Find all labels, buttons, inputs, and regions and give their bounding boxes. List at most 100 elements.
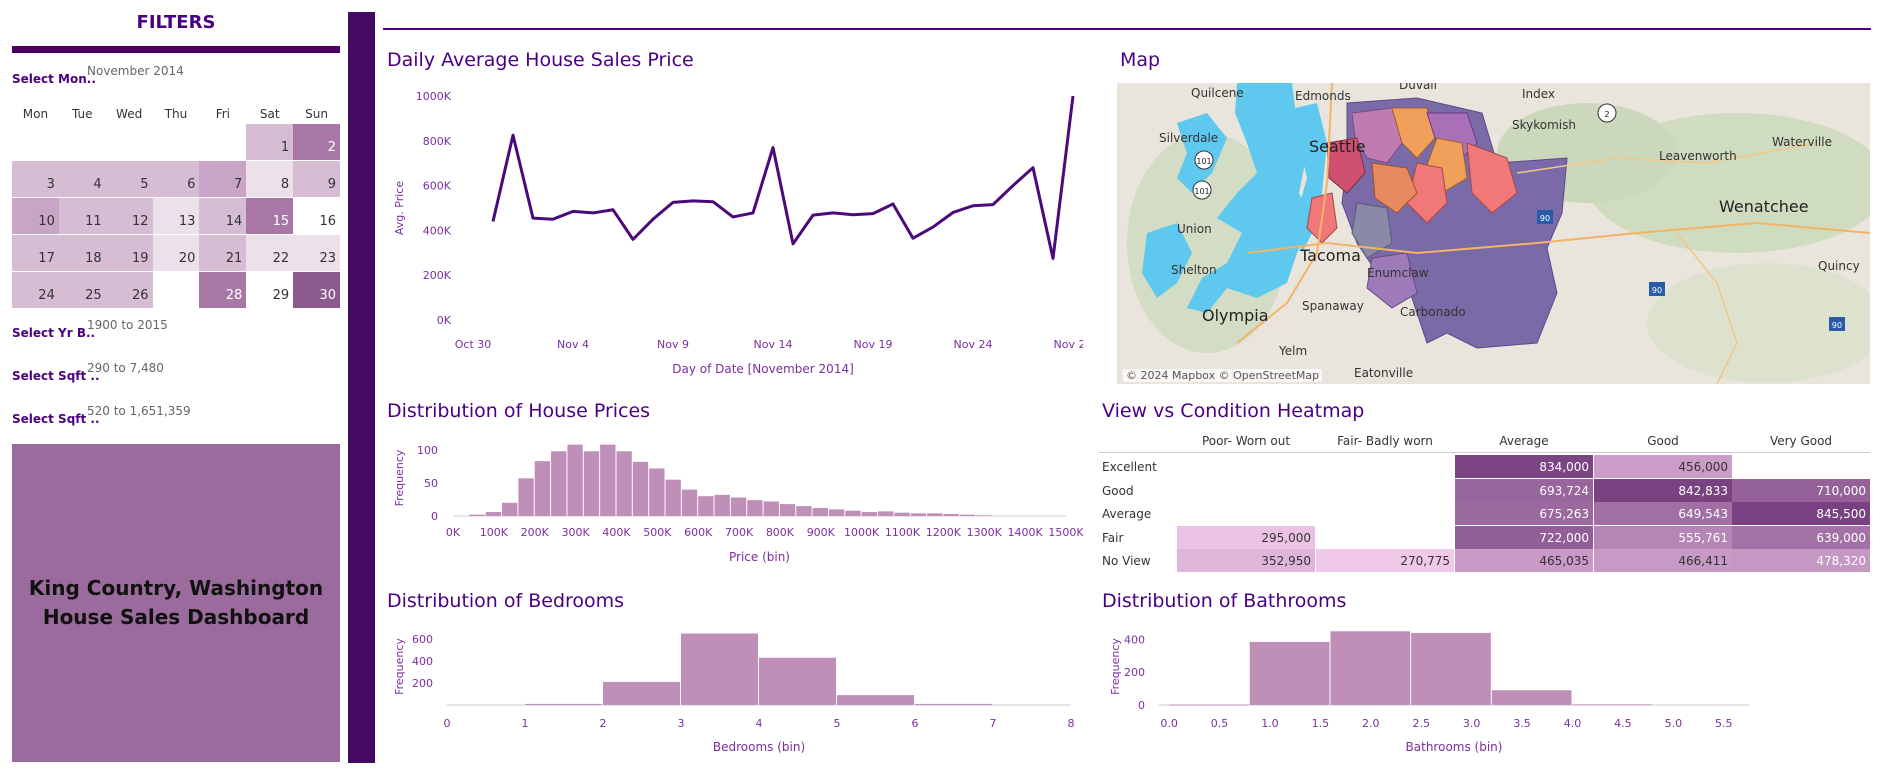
line-point[interactable] xyxy=(588,208,598,218)
heatmap-cell[interactable]: 675,263 xyxy=(1455,502,1593,525)
price-bar[interactable] xyxy=(730,497,747,516)
calendar-day[interactable]: 1 xyxy=(246,124,294,160)
price-bar[interactable] xyxy=(796,506,812,516)
line-point[interactable] xyxy=(968,201,978,211)
price-bar[interactable] xyxy=(502,502,518,516)
price-bar[interactable] xyxy=(861,512,878,516)
calendar-day[interactable]: 18 xyxy=(58,235,106,271)
price-bar[interactable] xyxy=(845,510,861,516)
map-view[interactable]: 101 101 2 90 90 90 Quilcene Edmonds Inde… xyxy=(1117,83,1870,384)
heatmap-cell[interactable]: 649,543 xyxy=(1594,502,1732,525)
histogram-bar[interactable] xyxy=(1169,704,1249,706)
price-bar[interactable] xyxy=(698,496,714,516)
line-point[interactable] xyxy=(708,197,718,207)
calendar-day[interactable]: 7 xyxy=(199,161,247,197)
calendar-day[interactable]: 12 xyxy=(105,198,153,234)
price-bar[interactable] xyxy=(828,509,845,516)
heatmap-cell[interactable]: 295,000 xyxy=(1177,526,1315,549)
line-point[interactable] xyxy=(548,214,558,224)
histogram-bar[interactable] xyxy=(1572,704,1653,706)
price-bar[interactable] xyxy=(518,478,534,516)
calendar-day[interactable]: 15 xyxy=(246,198,294,234)
calendar-day[interactable]: 16 xyxy=(293,198,340,234)
line-point[interactable] xyxy=(848,210,858,220)
heatmap-cell[interactable]: 845,500 xyxy=(1732,502,1870,525)
price-bar[interactable] xyxy=(910,513,927,516)
histogram-bar[interactable] xyxy=(1491,690,1572,705)
calendar-day[interactable]: 30 xyxy=(293,272,340,308)
calendar-day[interactable]: 26 xyxy=(105,272,153,308)
histogram-bar[interactable] xyxy=(1249,641,1330,705)
heatmap-cell[interactable]: 834,000 xyxy=(1455,455,1593,478)
price-bar[interactable] xyxy=(665,479,681,516)
price-bar[interactable] xyxy=(927,513,943,516)
calendar-day[interactable]: 17 xyxy=(12,235,59,271)
price-bar[interactable] xyxy=(959,514,976,516)
line-point[interactable] xyxy=(808,210,818,220)
calendar-day[interactable]: 14 xyxy=(199,198,247,234)
line-point[interactable] xyxy=(868,209,878,219)
line-point[interactable] xyxy=(748,208,758,218)
price-bar[interactable] xyxy=(763,501,779,516)
price-bar[interactable] xyxy=(747,500,763,516)
heatmap-cell[interactable]: 270,775 xyxy=(1316,549,1454,572)
heatmap-cell[interactable]: 842,833 xyxy=(1594,479,1732,502)
line-point[interactable] xyxy=(768,143,778,153)
price-bar[interactable] xyxy=(469,514,485,516)
line-point[interactable] xyxy=(1048,253,1058,263)
calendar-day[interactable]: 2 xyxy=(293,124,340,160)
price-bar[interactable] xyxy=(878,511,894,516)
heatmap-cell[interactable]: 693,724 xyxy=(1455,479,1593,502)
line-point[interactable] xyxy=(488,216,498,226)
price-bar[interactable] xyxy=(894,512,910,516)
histogram-bar[interactable] xyxy=(681,633,758,706)
line-point[interactable] xyxy=(888,199,898,209)
calendar-day[interactable]: 20 xyxy=(152,235,200,271)
line-point[interactable] xyxy=(1028,163,1038,173)
line-point[interactable] xyxy=(648,214,658,224)
calendar-day[interactable]: 10 xyxy=(12,198,59,234)
calendar-day[interactable]: 19 xyxy=(105,235,153,271)
price-bar[interactable] xyxy=(616,451,632,516)
sqft-living-filter-value[interactable]: 290 to 7,480 xyxy=(87,361,164,375)
line-point[interactable] xyxy=(828,208,838,218)
line-point[interactable] xyxy=(1068,91,1078,101)
year-built-filter-label[interactable]: Select Yr B.. xyxy=(12,326,95,340)
line-point[interactable] xyxy=(928,222,938,232)
calendar-day[interactable]: 6 xyxy=(152,161,200,197)
line-point[interactable] xyxy=(508,130,518,140)
price-series-line[interactable] xyxy=(491,95,1075,260)
histogram-bar[interactable] xyxy=(1330,631,1411,705)
line-point[interactable] xyxy=(988,200,998,210)
heatmap-cell[interactable]: 465,035 xyxy=(1455,549,1593,572)
month-filter-value[interactable]: November 2014 xyxy=(87,64,184,78)
heatmap-cell[interactable]: 352,950 xyxy=(1177,549,1315,572)
histogram-bar[interactable] xyxy=(915,703,992,705)
calendar-day[interactable]: 29 xyxy=(246,272,294,308)
line-point[interactable] xyxy=(908,233,918,243)
line-point[interactable] xyxy=(608,205,618,215)
heatmap-cell[interactable]: 456,000 xyxy=(1594,455,1732,478)
line-point[interactable] xyxy=(628,234,638,244)
calendar-day[interactable]: 11 xyxy=(58,198,106,234)
calendar-day[interactable]: 9 xyxy=(293,161,340,197)
calendar-day[interactable]: 25 xyxy=(58,272,106,308)
year-built-filter-value[interactable]: 1900 to 2015 xyxy=(87,318,168,332)
heatmap-cell[interactable]: 555,761 xyxy=(1594,526,1732,549)
heatmap-cell[interactable]: 639,000 xyxy=(1732,526,1870,549)
calendar-day[interactable]: 22 xyxy=(246,235,294,271)
calendar-day[interactable]: 4 xyxy=(58,161,106,197)
price-bar[interactable] xyxy=(714,494,730,516)
price-bar[interactable] xyxy=(567,444,583,516)
heatmap-cell[interactable]: 722,000 xyxy=(1455,526,1593,549)
price-bar[interactable] xyxy=(485,512,502,516)
price-bar[interactable] xyxy=(583,451,600,516)
line-point[interactable] xyxy=(788,239,798,249)
calendar-day[interactable]: 13 xyxy=(152,198,200,234)
line-point[interactable] xyxy=(568,206,578,216)
price-bar[interactable] xyxy=(812,508,828,516)
calendar-day[interactable]: 8 xyxy=(246,161,294,197)
price-bar[interactable] xyxy=(976,515,992,516)
histogram-bar[interactable] xyxy=(603,681,680,705)
histogram-bar[interactable] xyxy=(525,703,602,705)
